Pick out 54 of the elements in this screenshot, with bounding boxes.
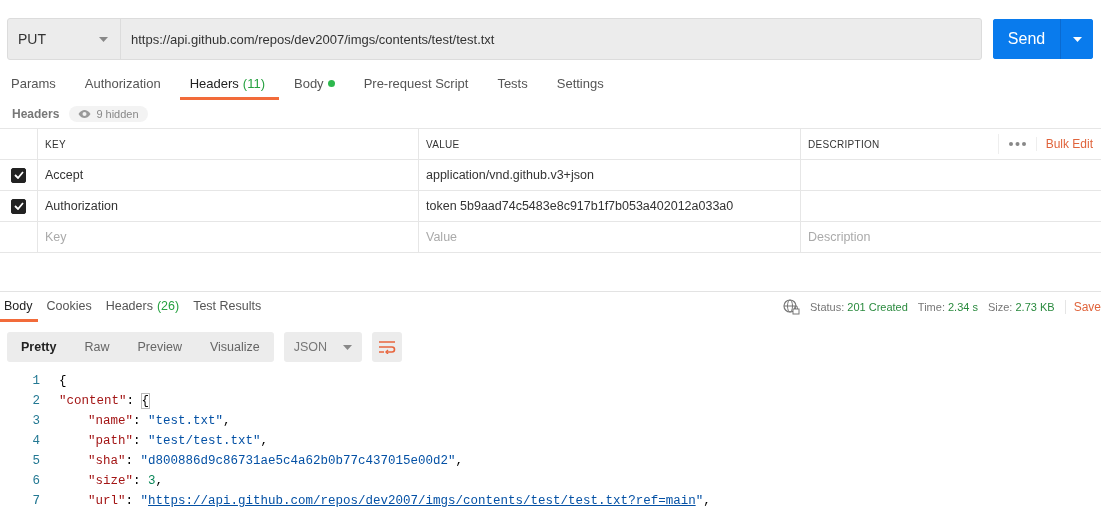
response-stat: Time: 2.34 s [917, 301, 978, 313]
code-line: "content": { [59, 394, 150, 408]
table-cell: application/vnd.github.v3+json [418, 160, 800, 190]
send-button[interactable]: Send [993, 19, 1061, 59]
code-line: "path": "test/test.txt", [88, 434, 269, 448]
code-line: "name": "test.txt", [88, 414, 231, 428]
code-line: "url": "https://api.github.com/repos/dev2007/imgs/contents/test/test.txt?ref=main", [88, 494, 711, 508]
response-tab[interactable]: Body [0, 292, 38, 322]
code-line: "size": 3, [88, 474, 164, 488]
line-number: 4 [31, 434, 41, 448]
checkbox[interactable] [11, 167, 26, 183]
response-tab[interactable]: Test Results [189, 292, 267, 322]
line-number: 6 [31, 474, 41, 488]
view-mode-button[interactable]: Visualize [195, 332, 274, 362]
table-cell: Accept [37, 160, 418, 190]
column-header: VALUE [418, 129, 800, 159]
caret-icon [343, 344, 353, 350]
code-line: { [59, 374, 67, 388]
line-number: 2 [31, 394, 41, 408]
line-number: 3 [31, 414, 41, 428]
save-link[interactable]: Save [1064, 300, 1101, 314]
response-stat: Size: 2.73 KB [987, 301, 1055, 313]
request-tab[interactable]: Pre-request Script [353, 70, 483, 100]
line-number: 5 [31, 454, 41, 468]
response-tab[interactable]: Cookies [42, 292, 97, 322]
request-tab[interactable]: Params [1, 70, 70, 100]
table-cell: Authorization [37, 191, 418, 221]
format-dropdown[interactable]: JSON [283, 332, 363, 362]
request-tab[interactable]: Tests [487, 70, 542, 100]
caret-icon [1072, 36, 1082, 42]
globe-lock-icon[interactable] [783, 299, 800, 315]
more-icon [1008, 142, 1026, 146]
request-tab[interactable]: Headers (11) [179, 70, 279, 100]
column-header: KEY [37, 129, 418, 159]
bulk-edit-link[interactable]: Bulk Edit [1035, 137, 1101, 151]
line-number: 7 [31, 494, 41, 508]
wrap-icon [378, 340, 397, 354]
wrap-button[interactable] [372, 332, 403, 362]
request-tab[interactable]: Authorization [74, 70, 175, 100]
view-mode-button[interactable]: Raw [70, 332, 124, 362]
response-stat: Status: 201 Created [810, 301, 908, 313]
column-header: DESCRIPTION [808, 138, 880, 150]
code-link[interactable]: https://api.github.com/repos/dev2007/imgs/contents/test/test.txt?ref=main [148, 494, 696, 508]
view-mode-button[interactable]: Preview [123, 332, 196, 362]
code-line: "sha": "d800886d9c86731ae5c4a62b0b77c437015e00d2", [88, 454, 464, 468]
view-mode-button[interactable]: Pretty [7, 332, 71, 362]
line-number: 1 [31, 374, 41, 388]
checkbox[interactable] [11, 198, 26, 214]
request-tab[interactable]: Settings [546, 70, 618, 100]
eye-icon [78, 110, 92, 118]
section-title: Headers [12, 107, 60, 121]
table-cell: token 5b9aad74c5483e8c917b1f7b053a402012a033a0 [418, 191, 800, 221]
request-tab[interactable]: Body [284, 70, 349, 100]
response-tab[interactable]: Headers (26) [101, 292, 185, 322]
